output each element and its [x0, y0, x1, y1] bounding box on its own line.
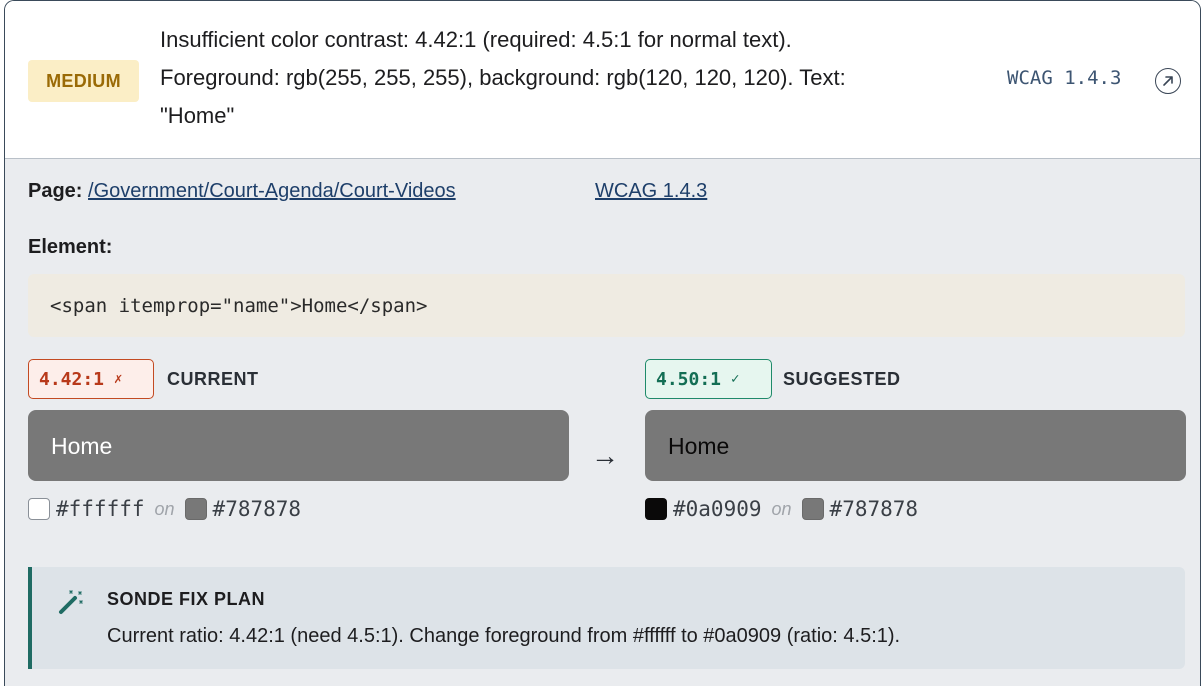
page-row: Page: /Government/Court-Agenda/Court-Vid…: [28, 180, 456, 203]
suggested-ratio-value: 4.50:1: [656, 368, 722, 390]
foreground-hex: #0a0909: [673, 497, 762, 521]
background-swatch: [801, 498, 824, 520]
current-preview: Home: [28, 410, 569, 481]
suggested-preview: Home: [645, 410, 1186, 481]
suggested-label: SUGGESTED: [783, 369, 901, 389]
issue-message-line: "Home": [160, 103, 235, 128]
issue-message-line: Insufficient color contrast: 4.42:1 (req…: [160, 27, 792, 52]
element-label: Element:: [28, 236, 113, 258]
issue-header[interactable]: MEDIUM Insufficient color contrast: 4.42…: [5, 1, 1200, 159]
severity-badge: MEDIUM: [28, 60, 139, 102]
wcag-link[interactable]: WCAG 1.4.3: [595, 180, 707, 203]
current-ratio-badge: 4.42:1 ✗: [28, 359, 154, 399]
foreground-swatch: [28, 498, 50, 520]
foreground-swatch: [645, 498, 667, 520]
issue-card: MEDIUM Insufficient color contrast: 4.42…: [4, 0, 1201, 686]
wcag-reference: WCAG 1.4.3: [1007, 67, 1122, 89]
suggested-swatches: #0a0909 on #787878: [645, 497, 918, 521]
issue-message: Insufficient color contrast: 4.42:1 (req…: [160, 21, 960, 135]
page-path-link[interactable]: /Government/Court-Agenda/Court-Videos: [88, 180, 456, 202]
external-link-icon[interactable]: [1155, 68, 1181, 94]
background-hex: #787878: [829, 497, 919, 521]
current-ratio-value: 4.42:1: [39, 368, 105, 390]
current-swatches: #ffffff on #787878: [28, 497, 301, 521]
arrow-right-icon: →: [591, 440, 619, 471]
fix-plan-title: SONDE FIX PLAN: [107, 589, 266, 609]
fix-plan-panel: SONDE FIX PLAN Current ratio: 4.42:1 (ne…: [28, 567, 1185, 669]
on-word: on: [154, 498, 175, 519]
check-icon: ✓: [731, 371, 740, 387]
foreground-hex: #ffffff: [56, 497, 145, 521]
element-code: <span itemprop="name">Home</span>: [28, 274, 1185, 337]
issue-message-line: Foreground: rgb(255, 255, 255), backgrou…: [160, 65, 846, 90]
magic-wand-icon: [59, 590, 83, 614]
current-label: CURRENT: [167, 369, 259, 389]
background-hex: #787878: [212, 497, 302, 521]
fail-icon: ✗: [114, 371, 123, 387]
background-swatch: [184, 498, 207, 520]
suggested-ratio-badge: 4.50:1 ✓: [645, 359, 772, 399]
page-label: Page:: [28, 180, 83, 202]
issue-details: Page: /Government/Court-Agenda/Court-Vid…: [5, 159, 1200, 686]
on-word: on: [771, 498, 792, 519]
fix-plan-text: Current ratio: 4.42:1 (need 4.5:1). Chan…: [107, 625, 901, 647]
